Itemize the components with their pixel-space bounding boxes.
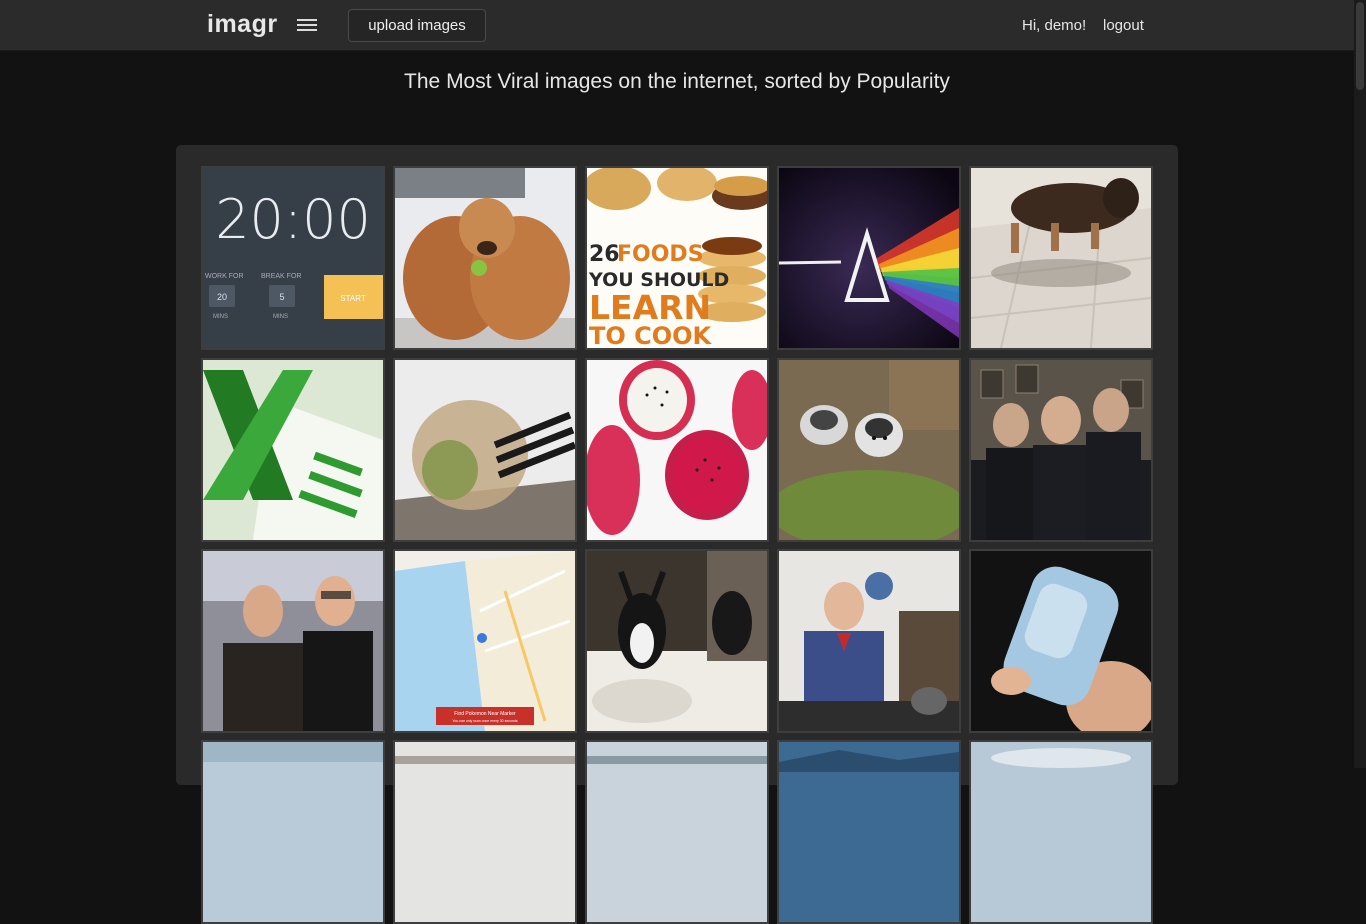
gallery-tile-map[interactable]: Find Pokemon Near Marker You can only sc… [393,549,577,733]
poster-number: 26 [589,242,620,267]
start-label: START [340,294,366,303]
gallery-tile-dragon-fruit[interactable] [585,358,769,542]
map-title: Find Pokemon Near Marker [454,711,516,717]
gallery-tile-food-poster[interactable]: 26 FOODS YOU SHOULD LEARN TO COOK [585,166,769,350]
break-unit: MINS [273,314,288,320]
gallery-tile-man-at-desk[interactable] [777,549,961,733]
image-gallery: 20:00 WORK FOR BREAK FOR 20 5 MINS MINS … [176,145,1178,924]
gallery-tile-german-shepherd[interactable] [969,166,1153,350]
gallery-tile-bags-and-pipes[interactable] [393,358,577,542]
upload-images-button[interactable]: upload images [348,9,486,42]
break-value: 5 [279,292,284,302]
vertical-scrollbar[interactable] [1354,0,1366,768]
menu-icon[interactable] [297,19,317,33]
logout-link[interactable]: logout [1103,17,1144,34]
page-title: The Most Viral images on the internet, s… [404,70,950,93]
gallery-tile-translucent-stone[interactable] [969,549,1153,733]
gallery-tile-excel-logo[interactable] [201,358,385,542]
user-greeting: Hi, demo! [1022,17,1087,34]
poster-line4: TO COOK [589,322,713,348]
work-unit: MINS [213,314,228,320]
gallery-tile-golden-retrievers[interactable] [393,166,577,350]
gallery-tile-cats-at-sink[interactable] [585,549,769,733]
poster-foods: FOODS [617,242,704,267]
work-value: 20 [217,292,227,302]
gallery-tile-pomodoro-timer[interactable]: 20:00 WORK FOR BREAK FOR 20 5 MINS MINS … [201,166,385,350]
timer-time: 20:00 [215,188,371,251]
top-navbar: imagr upload images Hi, demo! logout [0,0,1366,51]
work-label: WORK FOR [205,273,244,280]
scrollbar-thumb[interactable] [1356,2,1364,90]
map-subtitle: You can only scan once every 30 seconds [452,719,517,723]
app-logo[interactable]: imagr [207,10,278,39]
gallery-tile-prism-rainbow[interactable] [777,166,961,350]
gallery-tile-police-officers[interactable] [969,358,1153,542]
gallery-tile-two-men-portrait[interactable] [201,549,385,733]
gallery-tile-husky-dogs[interactable] [777,358,961,542]
break-label: BREAK FOR [261,273,301,280]
